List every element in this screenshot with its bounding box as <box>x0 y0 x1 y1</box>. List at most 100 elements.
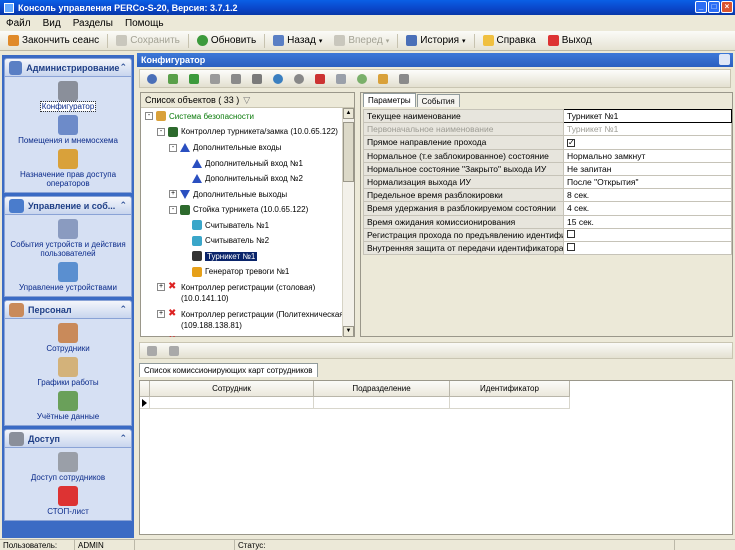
group-access-header[interactable]: Доступ ⌃ <box>4 429 132 448</box>
document-button[interactable] <box>331 71 351 87</box>
property-value[interactable]: Турникет №1 <box>563 122 732 137</box>
forward-button[interactable]: Вперед ▾ <box>328 32 395 50</box>
property-value[interactable]: После "Открытия" <box>563 174 732 190</box>
collapse-icon[interactable]: - <box>145 112 153 120</box>
property-value[interactable]: 8 сек. <box>563 188 732 203</box>
network-button[interactable] <box>268 71 288 87</box>
tree-scrollbar[interactable]: ▲ ▼ <box>342 108 354 337</box>
save-button[interactable]: Сохранить <box>110 32 186 50</box>
history-button[interactable]: История ▾ <box>400 32 471 50</box>
property-row[interactable]: Первоначальное наименование Турникет №1 <box>363 122 732 137</box>
add-card-button[interactable] <box>142 343 162 359</box>
collapse-icon[interactable]: - <box>169 205 177 214</box>
connect-button[interactable] <box>184 71 204 87</box>
close-button[interactable]: × <box>721 1 733 13</box>
menu-help[interactable]: Помощь <box>125 18 164 29</box>
alert-button[interactable] <box>310 71 330 87</box>
menu-sections[interactable]: Разделы <box>73 18 113 29</box>
tab-events[interactable]: События <box>416 94 460 107</box>
tree-item[interactable]: + Дополнительные выходы <box>169 188 287 200</box>
tree-item[interactable]: Турникет №1 <box>181 250 258 262</box>
property-value[interactable]: ✓ <box>563 135 732 150</box>
collapse-icon[interactable]: - <box>169 143 177 152</box>
tab-parameters[interactable]: Параметры <box>363 93 416 107</box>
sidebar-item-accounts[interactable]: Учётные данные <box>5 389 131 423</box>
col-identifier[interactable]: Идентификатор <box>450 381 570 397</box>
property-row[interactable]: Регистрация прохода по предъявлению иден… <box>363 227 732 242</box>
tree-item[interactable]: +✖Контроллер регистрации (10.0.201.203) <box>157 335 328 338</box>
expand-icon[interactable]: + <box>169 190 177 198</box>
sidebar-item-employees[interactable]: Сотрудники <box>5 321 131 355</box>
property-row[interactable]: Время удержания в разблокируемом состоян… <box>363 201 732 216</box>
scroll-thumb[interactable] <box>343 122 354 182</box>
property-row[interactable]: Нормальное (т.е заблокированное) состоян… <box>363 148 732 163</box>
settings-button[interactable] <box>289 71 309 87</box>
sidebar-item-employee-access[interactable]: Доступ сотрудников <box>5 450 131 484</box>
tree-item[interactable]: Дополнительный вход №1 <box>181 157 303 169</box>
property-row[interactable]: Время ожидания комиссионирования 15 сек. <box>363 214 732 229</box>
tree-item[interactable]: - Стойка турникета (10.0.65.122) <box>169 204 308 216</box>
property-checkbox[interactable]: ✓ <box>567 139 575 148</box>
tab-commission-cards[interactable]: Список комиссионирующих карт сотрудников <box>139 363 318 377</box>
property-value[interactable]: Не запитан <box>563 161 732 176</box>
property-row[interactable]: Прямое направление прохода ✓ <box>363 135 732 150</box>
property-row[interactable]: Внутренняя защита от передачи идентифика… <box>363 240 732 256</box>
add-button[interactable] <box>163 71 183 87</box>
tools-button[interactable] <box>226 71 246 87</box>
chevron-down-icon[interactable]: ▾ <box>462 37 466 45</box>
tree-item[interactable]: - Система безопасности <box>145 110 254 122</box>
property-value[interactable] <box>563 240 732 256</box>
grid-button[interactable] <box>394 71 414 87</box>
property-value[interactable] <box>563 227 732 242</box>
help-button[interactable]: Справка <box>477 32 542 50</box>
cell-department[interactable] <box>314 397 450 409</box>
scroll-up-button[interactable]: ▲ <box>343 108 354 119</box>
sidebar-item-events[interactable]: События устройств и действия пользовател… <box>5 217 131 260</box>
exit-button[interactable]: Выход <box>542 32 598 50</box>
table-row[interactable] <box>140 397 732 409</box>
collapse-icon[interactable]: - <box>157 127 165 136</box>
expand-icon[interactable]: + <box>157 283 165 291</box>
sidebar-item-configurator[interactable]: Конфигуратор <box>5 79 131 113</box>
group-control-header[interactable]: Управление и соб... ⌃ <box>4 196 132 215</box>
tree-item[interactable]: Считыватель №1 <box>181 219 269 231</box>
collapse-icon[interactable]: ⌃ <box>119 200 127 211</box>
group-personnel-header[interactable]: Персонал ⌃ <box>4 300 132 319</box>
property-row[interactable]: Предельное время разблокировки 8 сек. <box>363 188 732 203</box>
property-value[interactable]: Нормально замкнут <box>563 148 732 163</box>
tree-item[interactable]: Дополнительный вход №2 <box>181 173 303 185</box>
chevron-down-icon[interactable]: ▾ <box>386 37 390 45</box>
col-department[interactable]: Подразделение <box>314 381 450 397</box>
sidebar-item-schedules[interactable]: Графики работы <box>5 355 131 389</box>
tree-item[interactable]: Считыватель №2 <box>181 235 269 247</box>
property-row[interactable]: Нормальное состояние "Закрыто" выхода ИУ… <box>363 161 732 176</box>
delete-button[interactable] <box>247 71 267 87</box>
menu-view[interactable]: Вид <box>43 18 61 29</box>
search-devices-button[interactable] <box>142 71 162 87</box>
sidebar-item-operator-rights[interactable]: Назначение прав доступа операторов <box>5 147 131 190</box>
back-button[interactable]: Назад ▾ <box>267 32 328 50</box>
filter-icon[interactable]: ▽ <box>243 95 250 106</box>
maximize-button[interactable]: □ <box>708 1 720 13</box>
property-checkbox[interactable] <box>567 229 575 238</box>
sidebar-item-stop-list[interactable]: СТОП-лист <box>5 484 131 518</box>
user-button[interactable] <box>205 71 225 87</box>
sidebar-item-rooms[interactable]: Помещения и мнемосхема <box>5 113 131 147</box>
group-admin-header[interactable]: Администрирование ⌃ <box>4 58 132 77</box>
cell-identifier[interactable] <box>450 397 570 409</box>
property-value[interactable]: Турникет №1 <box>563 108 732 124</box>
end-session-button[interactable]: Закончить сеанс <box>2 32 105 50</box>
sidebar-item-device-control[interactable]: Управление устройствами <box>5 260 131 294</box>
menu-file[interactable]: Файл <box>6 18 31 29</box>
collapse-icon[interactable]: ⌃ <box>119 62 127 73</box>
edit-button[interactable] <box>373 71 393 87</box>
property-row[interactable]: Текущее наименование Турникет №1 <box>363 108 732 124</box>
tree-item[interactable]: - Контроллер турникета/замка (10.0.65.122… <box>157 126 338 138</box>
property-row[interactable]: Нормализация выхода ИУ После "Открытия" <box>363 174 732 190</box>
scroll-down-button[interactable]: ▼ <box>343 326 354 337</box>
tree-item[interactable]: - Дополнительные входы <box>169 142 281 154</box>
refresh-button[interactable]: Обновить <box>191 32 262 50</box>
property-value[interactable]: 15 сек. <box>563 214 732 229</box>
cell-employee[interactable] <box>150 397 314 409</box>
property-value[interactable]: 4 сек. <box>563 201 732 216</box>
